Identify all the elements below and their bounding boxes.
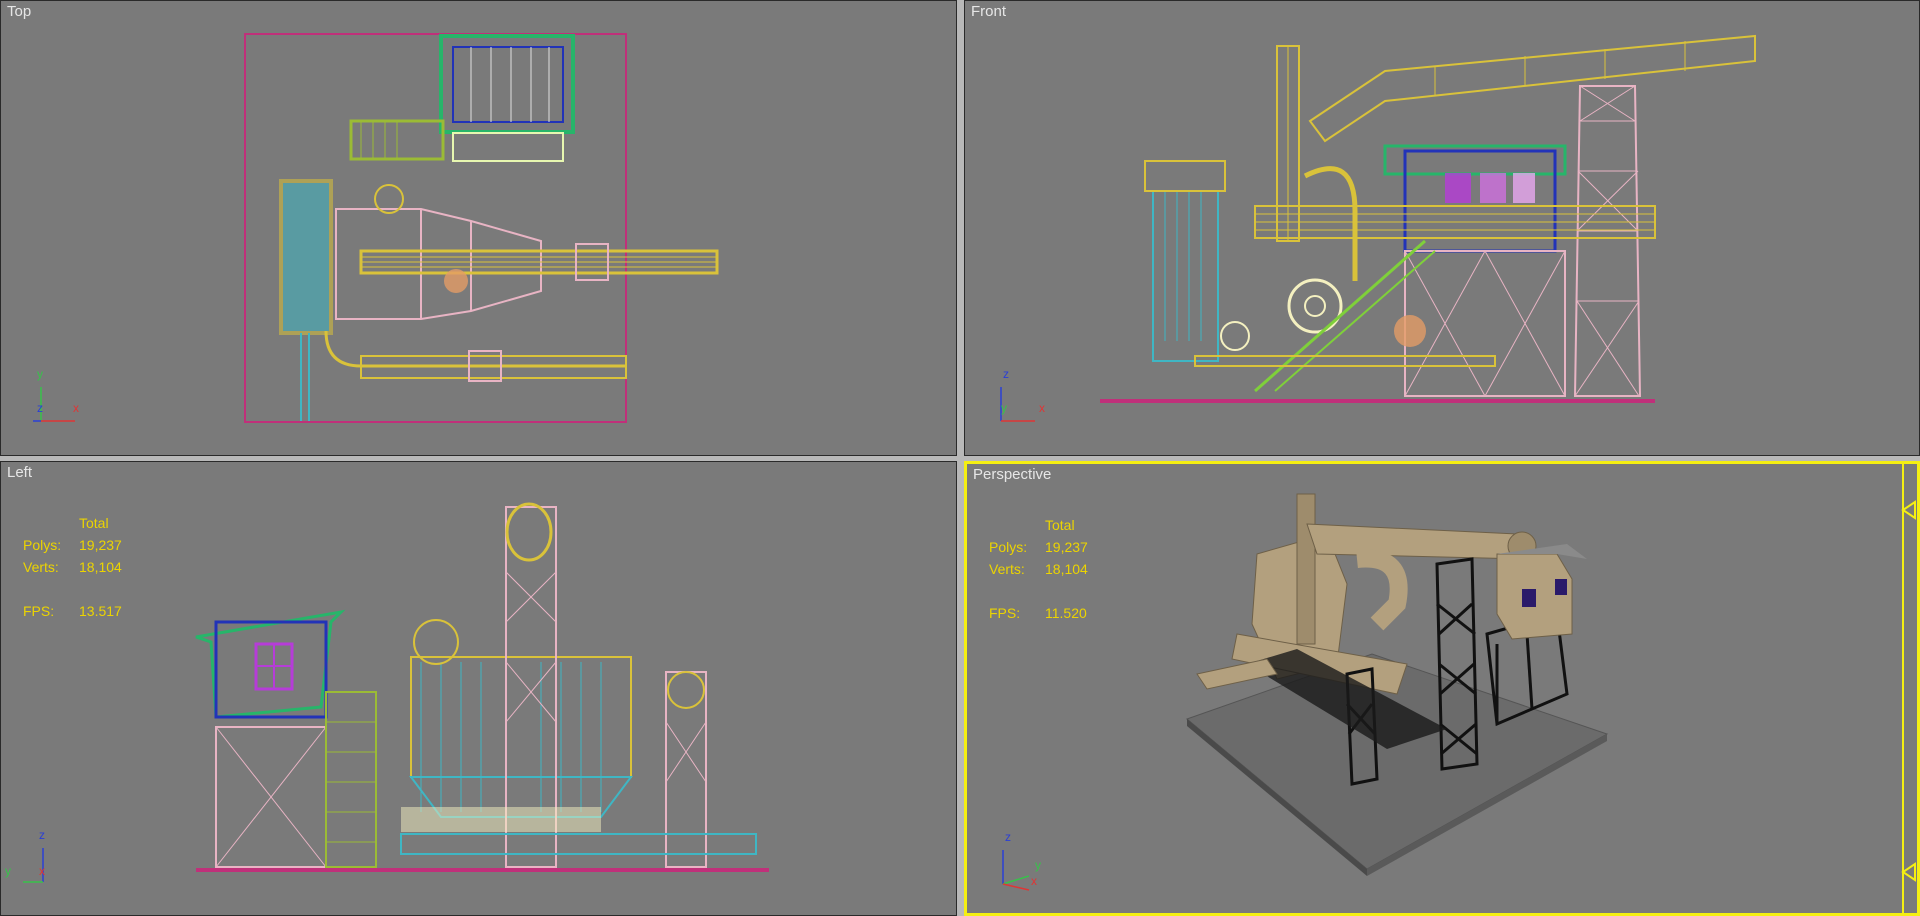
viewport-scroll-markers: [1901, 464, 1916, 913]
left-wireframe: [195, 502, 769, 872]
viewport-left[interactable]: Left Total Polys: 19,237 Verts: 18,104 FPS…: [0, 461, 957, 916]
axis-z-label: z: [1003, 367, 1009, 381]
fan-front: [1287, 278, 1343, 334]
axis-z-label: z: [1005, 830, 1011, 844]
chimney-persp: [1296, 493, 1316, 645]
viewport-perspective[interactable]: Perspective Total Polys: 19,237 Verts: 18,…: [964, 461, 1920, 916]
axis-y-label: y: [5, 864, 11, 878]
axis-y-label: y: [1001, 401, 1007, 415]
axis-z-label: z: [39, 828, 45, 842]
axis-gizmo-top: [33, 387, 75, 422]
axis-z-label: z: [37, 401, 43, 415]
axis-x-label: x: [1031, 874, 1037, 888]
axis-y-label: y: [1035, 858, 1041, 872]
pipe-top-persp: [1306, 523, 1528, 560]
silo-front: [1152, 190, 1219, 362]
axis-x-label: x: [1039, 401, 1045, 415]
perspective-render: [1186, 493, 1609, 876]
viewport-front[interactable]: Front z y x: [964, 0, 1920, 456]
axis-y-label: y: [37, 367, 43, 381]
building-left: [214, 620, 328, 719]
duct-top-front: [1308, 34, 1756, 143]
tower-front: [1573, 85, 1642, 397]
axis-x-label: x: [39, 864, 45, 878]
duct-bottom-top: [324, 330, 626, 368]
stair-left: [325, 691, 377, 868]
viewport-top[interactable]: Top y z x: [0, 0, 957, 456]
hopper-left: [410, 656, 632, 778]
front-wireframe: [1100, 34, 1756, 403]
axis-x-label: x: [73, 401, 79, 415]
building-top: [439, 34, 575, 134]
